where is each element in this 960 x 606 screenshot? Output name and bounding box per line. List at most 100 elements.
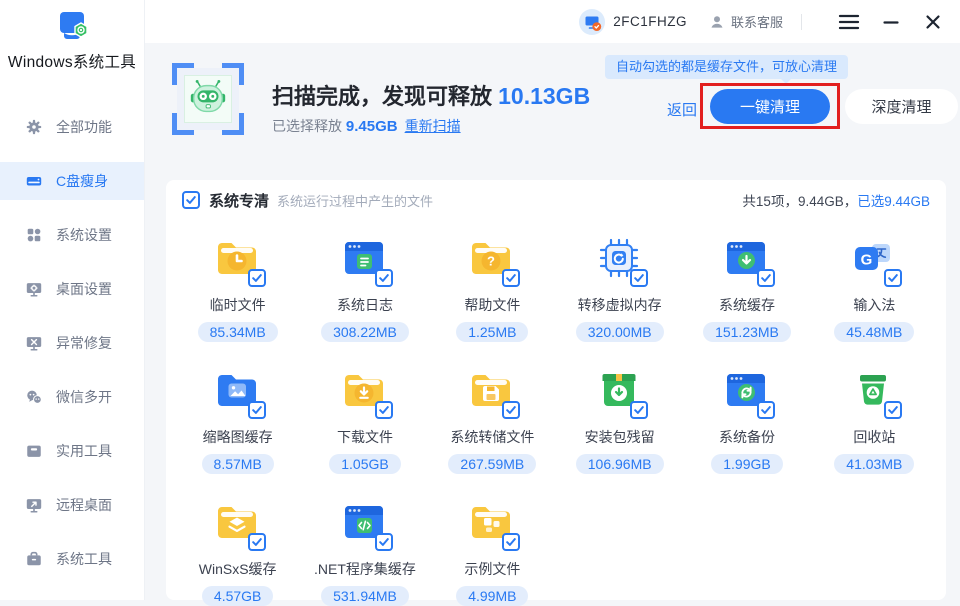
item-label: 系统备份: [718, 429, 775, 445]
person-icon: [711, 15, 723, 28]
app-logo: Windows系统工具: [0, 0, 144, 72]
scan-frame-corner: [172, 113, 194, 135]
support-label: 联系客服: [730, 15, 783, 30]
cleanup-item[interactable]: 系统日志 308.22MB: [301, 234, 428, 342]
cleanup-item[interactable]: 输入法 45.48MB: [811, 234, 938, 342]
item-checkbox[interactable]: [756, 269, 775, 287]
item-checkbox[interactable]: [374, 269, 393, 287]
panel-subtitle: 系统运行过程中产生的文件: [277, 193, 434, 209]
cleanup-items-grid: 临时文件 85.34MB 系统日志 308.22MB 帮助文件 1.25MB 转…: [166, 217, 946, 606]
sidebar-item[interactable]: 实用工具: [0, 432, 144, 470]
grid-icon: [25, 226, 43, 244]
app-logo-icon: [60, 12, 88, 39]
sidebar-item[interactable]: 桌面设置: [0, 270, 144, 308]
item-checkbox[interactable]: [502, 269, 521, 287]
sidebar-item[interactable]: 微信多开: [0, 378, 144, 416]
sidebar-item[interactable]: 异常修复: [0, 324, 144, 362]
item-label: 系统缓存: [718, 297, 775, 313]
minimize-button[interactable]: [878, 9, 904, 35]
cleanup-item[interactable]: 系统转储文件 267.59MB: [429, 366, 556, 474]
main-content: 扫描完成，发现可释放 10.13GB 已选择释放 9.45GB 重新扫描 自动勾选…: [145, 43, 960, 606]
cleanup-item[interactable]: .NET程序集缓存 531.94MB: [301, 498, 428, 606]
item-label: 转移虚拟内存: [577, 297, 662, 313]
cleanup-item[interactable]: 回收站 41.03MB: [811, 366, 938, 474]
section-checkbox[interactable]: [182, 191, 200, 209]
titlebar-divider: [801, 13, 802, 30]
item-size-badge: 4.99MB: [456, 586, 529, 606]
toolbox-drawer-icon: [25, 442, 43, 460]
cleanup-item[interactable]: 缩略图缓存 8.57MB: [174, 366, 301, 474]
back-link[interactable]: 返回: [667, 99, 697, 120]
monitor-remote-icon: [25, 496, 43, 514]
briefcase-icon: [25, 550, 43, 568]
item-size-badge: 308.22MB: [321, 322, 409, 342]
gear-icon: [25, 118, 43, 136]
item-checkbox[interactable]: [502, 401, 521, 419]
contact-support-button[interactable]: 联系客服: [709, 12, 783, 31]
item-size-badge: 85.34MB: [197, 322, 278, 342]
cleanup-item[interactable]: 帮助文件 1.25MB: [429, 234, 556, 342]
cleanup-item[interactable]: WinSxS缓存 4.57GB: [174, 498, 301, 606]
cleanup-item[interactable]: 安装包残留 106.96MB: [556, 366, 683, 474]
item-checkbox[interactable]: [629, 401, 648, 419]
user-avatar-icon: [579, 8, 606, 35]
scan-frame-corner: [222, 63, 244, 85]
panel-title: 系统专清: [209, 192, 270, 210]
sidebar: Windows系统工具 全部功能 C盘瘦身 系统设置 桌面设置 异常修复 微信多…: [0, 0, 145, 600]
cleanup-item[interactable]: 下载文件 1.05GB: [301, 366, 428, 474]
scan-frame-corner: [172, 63, 194, 85]
item-label: 系统转储文件: [450, 429, 535, 445]
rescan-link[interactable]: 重新扫描: [405, 118, 461, 134]
item-size-badge: 531.94MB: [321, 586, 409, 606]
monitor-gear-icon: [25, 280, 43, 298]
check-icon: [760, 404, 772, 416]
one-click-clean-button[interactable]: 一键清理: [710, 89, 830, 124]
menu-button[interactable]: [836, 9, 862, 35]
item-size-badge: 8.57MB: [201, 454, 274, 474]
item-label: 回收站: [853, 429, 896, 445]
item-checkbox[interactable]: [374, 401, 393, 419]
system-clean-panel: 系统专清 系统运行过程中产生的文件 共15项，9.44GB，已选9.44GB 临…: [166, 180, 946, 606]
item-checkbox[interactable]: [502, 533, 521, 551]
sidebar-item[interactable]: 全部功能: [0, 108, 144, 146]
item-label: 帮助文件: [464, 297, 521, 313]
item-checkbox[interactable]: [247, 533, 266, 551]
item-checkbox[interactable]: [247, 269, 266, 287]
sidebar-item[interactable]: C盘瘦身: [0, 162, 144, 200]
panel-summary: 共15项，9.44GB，已选9.44GB: [742, 194, 930, 209]
cleanup-item[interactable]: 系统缓存 151.23MB: [683, 234, 810, 342]
item-checkbox[interactable]: [884, 269, 903, 287]
item-label: 示例文件: [464, 561, 521, 577]
sidebar-item-label: 系统设置: [56, 227, 112, 243]
item-checkbox[interactable]: [629, 269, 648, 287]
check-icon: [185, 194, 197, 206]
sidebar-item[interactable]: 系统设置: [0, 216, 144, 254]
check-icon: [378, 272, 390, 284]
scan-robot-graphic: [172, 63, 244, 135]
sidebar-item-label: 桌面设置: [56, 281, 112, 297]
releasable-size: 10.13GB: [498, 83, 591, 109]
item-size-badge: 1.25MB: [456, 322, 529, 342]
cleanup-item[interactable]: 临时文件 85.34MB: [174, 234, 301, 342]
deep-clean-button[interactable]: 深度清理: [845, 89, 958, 124]
cleanup-item[interactable]: 示例文件 4.99MB: [429, 498, 556, 606]
item-checkbox[interactable]: [756, 401, 775, 419]
item-checkbox[interactable]: [247, 401, 266, 419]
minimize-icon: [883, 20, 899, 24]
cleanup-item[interactable]: 转移虚拟内存 320.00MB: [556, 234, 683, 342]
user-account[interactable]: 2FC1FHZG: [579, 8, 687, 35]
close-button[interactable]: [920, 9, 946, 35]
sidebar-item[interactable]: 系统工具: [0, 540, 144, 578]
item-checkbox[interactable]: [884, 401, 903, 419]
check-icon: [633, 272, 645, 284]
scan-result-title: 扫描完成，发现可释放 10.13GB: [272, 83, 591, 109]
item-size-badge: 1.05GB: [329, 454, 401, 474]
item-size-badge: 1.99GB: [711, 454, 783, 474]
sidebar-nav: 全部功能 C盘瘦身 系统设置 桌面设置 异常修复 微信多开 实用工具 远程桌面 …: [0, 72, 144, 578]
sidebar-item[interactable]: 远程桌面: [0, 486, 144, 524]
titlebar: 2FC1FHZG 联系客服: [145, 0, 960, 43]
sidebar-item-label: 远程桌面: [56, 497, 112, 513]
item-checkbox[interactable]: [374, 533, 393, 551]
check-icon: [251, 272, 263, 284]
cleanup-item[interactable]: 系统备份 1.99GB: [683, 366, 810, 474]
